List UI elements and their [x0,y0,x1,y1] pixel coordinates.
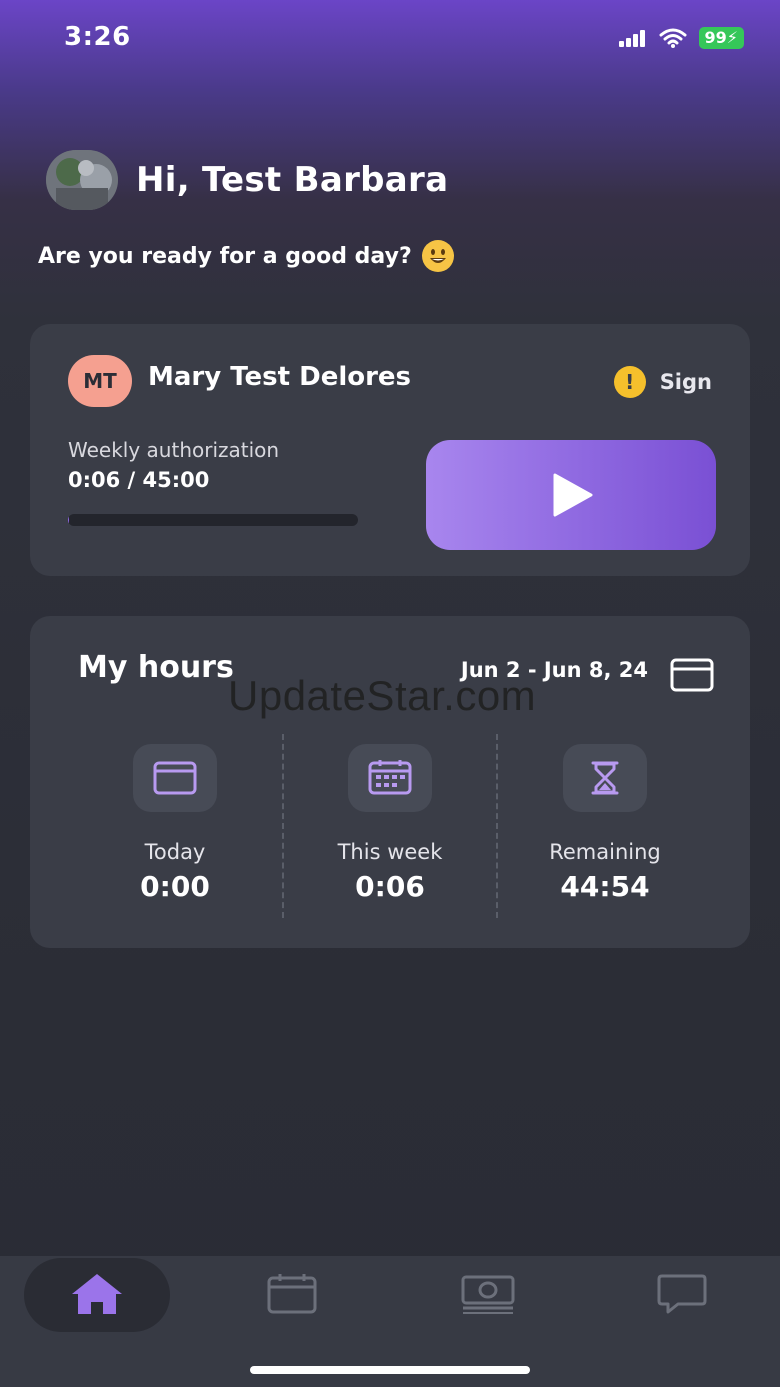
stat-label: Remaining [549,840,661,864]
battery-level: 99 [704,28,727,47]
stat-label: Today [144,840,206,864]
chat-icon [657,1274,707,1314]
stat-icon-box [563,744,647,812]
stat-icon-box [348,744,432,812]
status-icons: 99⚡ [618,27,744,49]
watermark: UpdateStar.com [228,672,537,719]
stat-today: Today 0:00 [68,744,282,903]
status-bar: 3:26 99⚡ [0,0,780,78]
tab-home[interactable] [24,1256,170,1332]
battery-indicator: 99⚡ [698,27,744,49]
avatar[interactable] [46,150,118,210]
client-name: Mary Test Delores [148,362,412,392]
start-shift-button[interactable] [426,440,716,550]
smiling-face-icon [421,240,454,272]
sign-label: Sign [659,370,712,394]
charging-icon: ⚡ [726,28,738,47]
calendar-icon [267,1274,317,1314]
tab-payments[interactable] [415,1256,561,1332]
my-hours-title: My hours [78,650,234,685]
subtitle-text: Are you ready for a good day? [38,243,412,269]
avatar-photo [46,150,118,210]
status-time: 3:26 [64,22,131,52]
home-indicator [250,1366,530,1374]
greeting-title: Hi, Test Barbara [136,160,449,200]
weekly-authorization-label: Weekly authorization [68,438,280,462]
stat-this-week: This week 0:06 [283,744,497,903]
authorization-progress-fill [68,514,69,526]
client-initials-badge: MT [68,355,132,407]
calendar-icon [153,761,197,795]
weekly-authorization-value: 0:06 / 45:00 [68,468,210,492]
stat-value: 44:54 [560,870,650,903]
tab-messages[interactable] [609,1256,755,1332]
stat-value: 0:00 [140,870,210,903]
stat-value: 0:06 [355,870,425,903]
calendar-picker-icon[interactable] [670,656,714,692]
home-icon [72,1274,122,1314]
authorization-progress-bar [68,514,358,526]
money-icon [461,1275,515,1314]
my-hours-card: My hours Jun 2 - Jun 8, 24 Today 0:00 Th… [30,616,750,948]
wifi-icon [659,28,686,48]
warning-icon: ! [613,366,646,398]
cellular-signal-icon [618,30,645,47]
greeting-subtitle: Are you ready for a good day? [38,240,454,272]
hourglass-icon [591,761,619,795]
sign-button[interactable]: ! Sign [613,366,712,398]
tab-calendar[interactable] [219,1256,365,1332]
stat-label: This week [337,840,443,864]
client-card: MT Mary Test Delores ! Sign Weekly autho… [30,324,750,576]
greeting-header: Hi, Test Barbara [46,150,448,210]
play-icon [553,473,593,517]
calendar-week-icon [368,760,412,795]
stat-icon-box [133,744,217,812]
stat-remaining: Remaining 44:54 [498,744,712,903]
